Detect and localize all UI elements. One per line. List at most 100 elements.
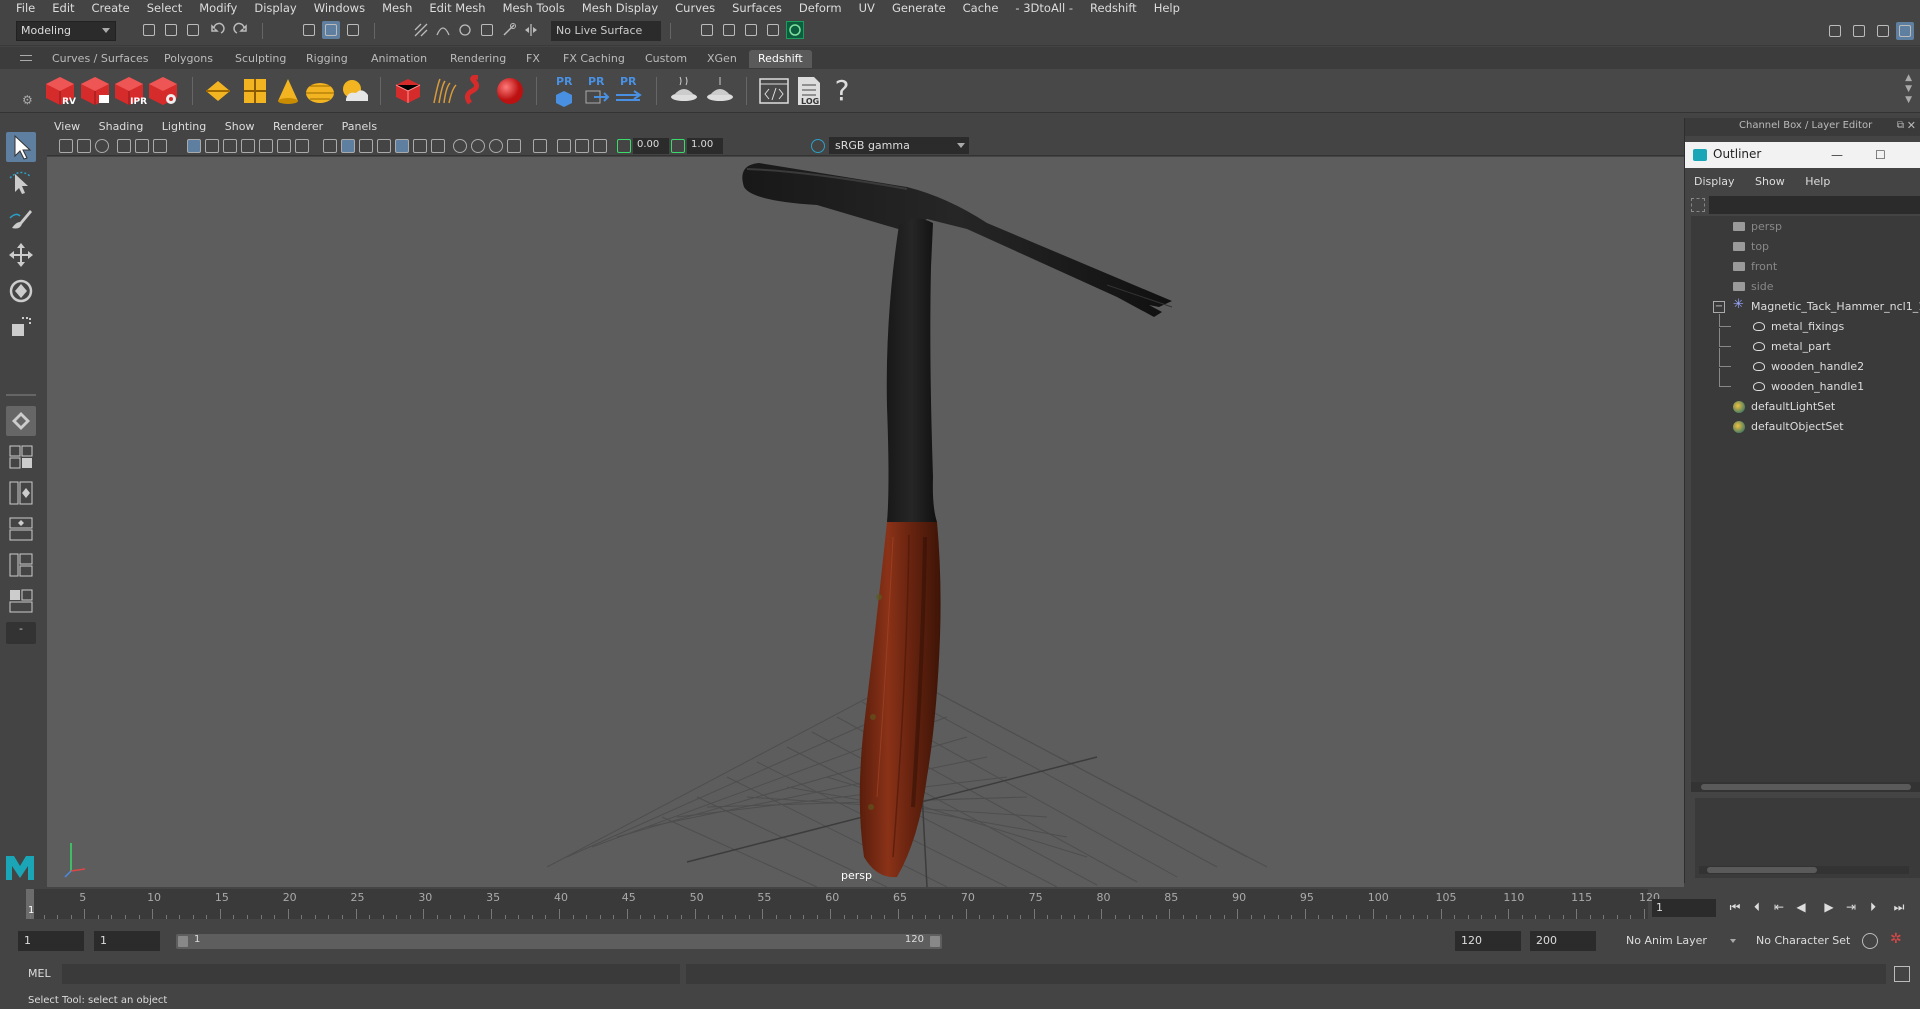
- menu-redshift[interactable]: Redshift: [1082, 1, 1146, 15]
- menuset-dropdown[interactable]: Modeling: [16, 21, 116, 41]
- attribute-editor-icon[interactable]: [1850, 22, 1868, 40]
- time-slider-track[interactable]: 1 5 10 15 20 25 30 35 40 45 50 55 60 65 70 75 80 85 90 95 1…: [26, 889, 1660, 919]
- safe-title-icon[interactable]: [295, 139, 309, 153]
- gear-icon[interactable]: ⚙: [22, 93, 33, 107]
- live-surface-field[interactable]: No Live Surface: [551, 21, 661, 41]
- scrollbar-thumb[interactable]: [1701, 784, 1911, 790]
- select-by-object-icon[interactable]: [322, 21, 340, 39]
- tab-fx[interactable]: FX: [517, 50, 549, 68]
- range-slider[interactable]: 1 120: [176, 934, 942, 949]
- rs-dome-light-icon[interactable]: [304, 75, 336, 107]
- select-by-hierarchy-icon[interactable]: [300, 21, 318, 39]
- xray-components-icon[interactable]: [593, 139, 607, 153]
- redshift-settings-icon[interactable]: [147, 75, 179, 107]
- outliner-item-default-object-set[interactable]: defaultObjectSet: [1691, 418, 1920, 436]
- menu-cache[interactable]: Cache: [955, 1, 1008, 15]
- safe-action-icon[interactable]: [277, 139, 291, 153]
- character-set-dropdown[interactable]: No Character Set: [1750, 931, 1874, 951]
- screen-space-ao-icon[interactable]: [453, 139, 467, 153]
- redo-icon[interactable]: [232, 21, 250, 39]
- tool-settings-icon[interactable]: [1874, 22, 1892, 40]
- redshift-ipr-icon[interactable]: IPR: [113, 75, 147, 107]
- auto-key-icon[interactable]: [1862, 933, 1878, 949]
- render-settings-icon[interactable]: [764, 21, 782, 39]
- rs-hair-icon[interactable]: [428, 75, 460, 107]
- outliner-item-top[interactable]: top: [1691, 238, 1920, 256]
- viewport-persp[interactable]: persp: [47, 157, 1684, 887]
- film-gate-icon[interactable]: [205, 139, 219, 153]
- go-to-end-icon[interactable]: ⏭: [1892, 900, 1906, 914]
- undo-icon[interactable]: [208, 21, 226, 39]
- lower-pane-scrollbar[interactable]: [1699, 866, 1909, 874]
- outliner-menu-display[interactable]: Display: [1685, 172, 1743, 188]
- animation-end-field[interactable]: 200: [1530, 931, 1596, 951]
- menu-edit[interactable]: Edit: [44, 1, 83, 15]
- rs-help-icon[interactable]: ?: [826, 75, 858, 107]
- animation-start-field[interactable]: 1: [18, 931, 84, 951]
- exposure-field[interactable]: 0.00: [633, 138, 669, 154]
- snap-point-icon[interactable]: [456, 21, 474, 39]
- panel-menu-show[interactable]: Show: [218, 118, 263, 133]
- playback-end-field[interactable]: 120: [1455, 931, 1521, 951]
- outliner-search-input[interactable]: [1709, 196, 1920, 214]
- wireframe-icon[interactable]: [323, 139, 337, 153]
- menu-file[interactable]: File: [8, 1, 44, 15]
- tab-animation[interactable]: Animation: [362, 50, 436, 68]
- menu-select[interactable]: Select: [139, 1, 191, 15]
- script-editor-icon[interactable]: [1894, 966, 1910, 982]
- menu-curves[interactable]: Curves: [667, 1, 724, 15]
- select-tool-icon[interactable]: [6, 132, 36, 162]
- rs-curve-icon[interactable]: [462, 74, 494, 107]
- shelf-scroll-icon[interactable]: ▲ ▼ ▼: [1905, 73, 1912, 106]
- gate-mask-icon[interactable]: [241, 139, 255, 153]
- rs-grid-icon[interactable]: [238, 75, 270, 107]
- menu-mesh[interactable]: Mesh: [374, 1, 421, 15]
- color-management-icon[interactable]: [811, 139, 825, 153]
- bookmark-icon[interactable]: [95, 139, 109, 153]
- snap-grid-icon[interactable]: [412, 21, 430, 39]
- rs-material-ball-icon[interactable]: [494, 75, 526, 107]
- tab-xgen[interactable]: XGen: [698, 50, 746, 68]
- hypershade-layout-icon[interactable]: [6, 550, 36, 580]
- field-chart-icon[interactable]: [259, 139, 273, 153]
- isolate-select-icon[interactable]: [533, 139, 547, 153]
- panel-menu-view[interactable]: View: [47, 118, 88, 133]
- camera-select-icon[interactable]: [59, 139, 73, 153]
- image-plane-icon[interactable]: [117, 139, 131, 153]
- scrollbar-thumb[interactable]: [1707, 867, 1817, 873]
- close-icon[interactable]: ✕: [1907, 119, 1916, 132]
- shadows-icon[interactable]: [431, 139, 445, 153]
- four-view-layout-icon[interactable]: [6, 442, 36, 472]
- menu-display[interactable]: Display: [246, 1, 305, 15]
- depth-of-field-icon[interactable]: [507, 139, 521, 153]
- make-live-icon[interactable]: [500, 21, 518, 39]
- smooth-shade-icon[interactable]: [341, 139, 355, 153]
- rs-sun-sky-icon[interactable]: [338, 75, 370, 107]
- outliner-item-side[interactable]: side: [1691, 278, 1920, 296]
- redshift-render-view-icon[interactable]: RV: [44, 75, 76, 107]
- menu-edit-mesh[interactable]: Edit Mesh: [421, 1, 494, 15]
- open-scene-icon[interactable]: [162, 21, 180, 39]
- persp-outliner-layout-icon[interactable]: [6, 478, 36, 508]
- move-tool-icon[interactable]: [6, 240, 36, 270]
- symmetry-icon[interactable]: [522, 21, 540, 39]
- outliner-menu-show[interactable]: Show: [1746, 172, 1793, 188]
- outliner-item-persp[interactable]: persp: [1691, 218, 1920, 236]
- redshift-render-icon[interactable]: [79, 75, 111, 107]
- tab-sculpting[interactable]: Sculpting: [226, 50, 295, 68]
- outliner-item-default-light-set[interactable]: defaultLightSet: [1691, 398, 1920, 416]
- menu-mesh-display[interactable]: Mesh Display: [574, 1, 667, 15]
- motion-blur-icon[interactable]: [471, 139, 485, 153]
- rs-script-editor-icon[interactable]: [758, 75, 790, 107]
- anim-layer-dropdown[interactable]: No Anim Layer: [1620, 931, 1740, 951]
- rs-proxy-icon[interactable]: [202, 75, 234, 107]
- exposure-icon[interactable]: [617, 139, 631, 153]
- menu-help[interactable]: Help: [1146, 1, 1189, 15]
- anti-aliasing-icon[interactable]: [489, 139, 503, 153]
- menu-uv[interactable]: UV: [851, 1, 884, 15]
- play-forward-icon[interactable]: ▶: [1822, 900, 1836, 914]
- menu-modify[interactable]: Modify: [191, 1, 246, 15]
- menu-windows[interactable]: Windows: [306, 1, 374, 15]
- rs-volume-icon[interactable]: [392, 75, 424, 107]
- use-all-lights-icon[interactable]: [413, 139, 427, 153]
